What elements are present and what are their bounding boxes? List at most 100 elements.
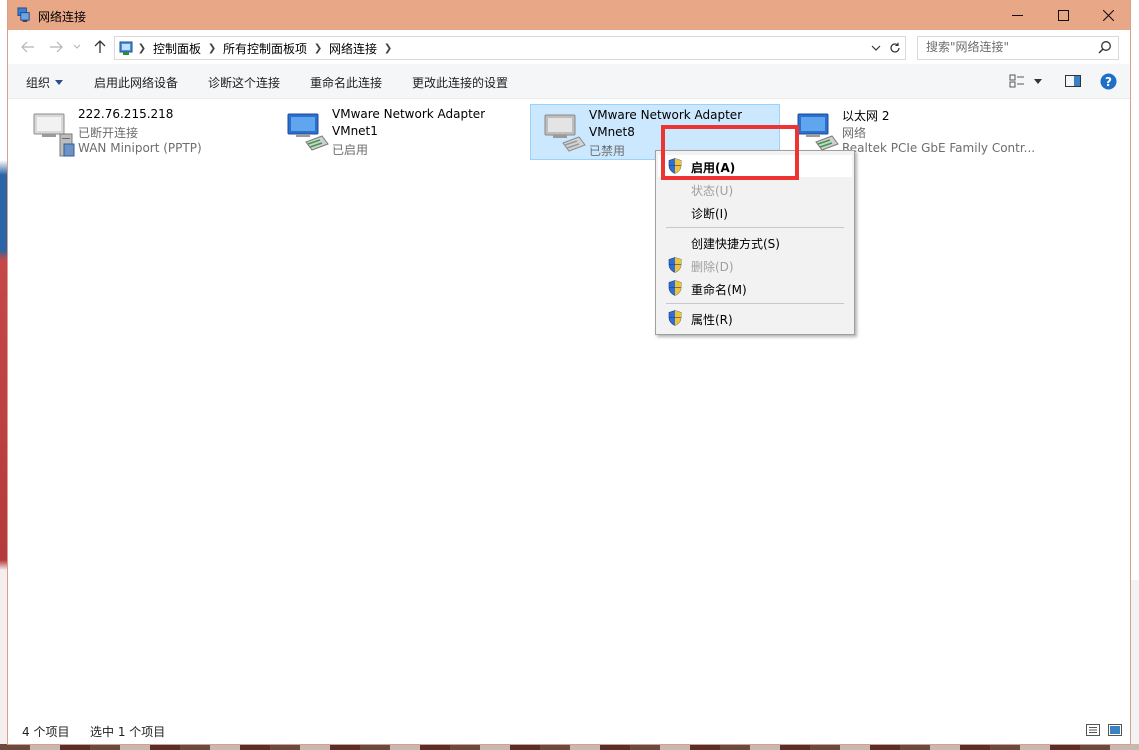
desktop-left-edge [0,0,8,750]
connection-device: WAN Miniport (PPTP) [78,141,202,155]
menu-separator [666,227,844,228]
menu-item-properties[interactable]: 属性(R) [658,307,852,329]
search-input[interactable] [918,37,1096,57]
connection-status: 已启用 [332,143,369,157]
maximize-icon [1057,9,1069,21]
breadcrumb-separator-icon[interactable]: ❯ [205,43,219,54]
connection-item-pptp[interactable]: 222.76.215.218 已断开连接 WAN Miniport (PPTP) [20,104,270,160]
minimize-button[interactable] [994,0,1040,30]
view-list-icon [1009,74,1024,88]
chevron-down-icon [73,44,81,49]
connection-name: VMware Network Adapter [589,108,743,122]
refresh-button[interactable] [887,40,903,56]
breadcrumb-item-network-connections[interactable]: 网络连接 [325,40,381,57]
organize-label: 组织 [26,76,51,90]
back-button[interactable] [20,39,36,55]
diagnose-button[interactable]: 诊断这个连接 [208,74,280,91]
change-view-button[interactable] [1006,71,1028,91]
desktop-bottom-edge [0,744,1139,750]
breadcrumb-item-control-panel[interactable]: 控制面板 [149,40,205,57]
address-row: ❯ 控制面板 ❯ 所有控制面板项 ❯ 网络连接 ❯ [8,30,1130,64]
connection-name-line2: VMnet8 [589,125,635,139]
recent-locations-button[interactable] [72,39,82,55]
caret-down-icon [1034,78,1042,84]
refresh-icon [890,42,900,53]
preview-pane-icon [1065,75,1081,87]
title-bar[interactable]: 网络连接 [8,0,1130,30]
connection-status: 网络 [842,126,867,140]
menu-item-label: 创建快捷方式(S) [691,237,780,251]
explorer-window: 网络连接 ❯ 控制面板 ❯ 所有控制面板项 ❯ 网络连接 ❯ 搜索"网络连接" … [8,0,1130,744]
more-views-button[interactable] [1030,71,1046,91]
menu-item-label: 删除(D) [691,260,734,274]
menu-item-label: 属性(R) [691,313,733,327]
connection-status: 已断开连接 [78,126,139,140]
uac-shield-icon [668,257,682,273]
uac-shield-icon [668,158,682,174]
help-button[interactable]: ? [1098,71,1118,91]
connection-name: 222.76.215.218 [78,107,174,121]
svg-text:?: ? [1105,75,1112,89]
menu-item-rename[interactable]: 重命名(M) [658,277,852,299]
status-bar: 4 个项目 选中 1 个项目 [8,716,1130,744]
breadcrumb-item-all-items[interactable]: 所有控制面板项 [219,40,311,57]
help-icon: ? [1100,73,1116,89]
connection-item-vmnet1[interactable]: VMware Network Adapter VMnet1 已启用 [274,104,524,160]
menu-item-label: 状态(U) [691,184,734,198]
menu-item-status: 状态(U) [658,178,852,200]
details-view-icon[interactable] [1086,724,1100,736]
connection-name: VMware Network Adapter [332,107,486,121]
search-box[interactable] [917,36,1119,60]
caret-down-icon [55,80,64,85]
command-bar: 组织 启用此网络设备 诊断这个连接 重命名此连接 更改此连接的设置 ? [8,64,1130,99]
maximize-button[interactable] [1040,0,1086,30]
item-count: 4 个项目 [22,725,70,739]
arrow-up-icon [94,40,106,53]
breadcrumb-separator-icon[interactable]: ❯ [381,43,395,54]
preview-pane-button[interactable] [1062,71,1084,91]
breadcrumb-separator-icon[interactable]: ❯ [311,43,325,54]
menu-item-delete: 删除(D) [658,254,852,276]
connections-list: 222.76.215.218 已断开连接 WAN Miniport (PPTP)… [8,98,1130,716]
change-settings-button[interactable]: 更改此连接的设置 [412,74,508,91]
menu-item-enable[interactable]: 启用(A) [658,155,852,177]
uac-shield-icon [668,280,682,296]
network-adapter-icon [287,113,329,151]
rename-button[interactable]: 重命名此连接 [310,74,382,91]
computer-disconnected-icon [33,113,75,157]
large-icons-view-icon[interactable] [1108,724,1122,736]
selected-count: 选中 1 个项目 [90,725,166,739]
connection-status: 已禁用 [589,144,626,158]
enable-device-button[interactable]: 启用此网络设备 [94,74,178,91]
network-adapter-disabled-icon [544,114,586,152]
menu-separator [666,303,844,304]
organize-button[interactable]: 组织 [26,74,64,91]
search-icon [1098,41,1111,54]
chevron-down-icon [871,45,881,51]
breadcrumb: ❯ 控制面板 ❯ 所有控制面板项 ❯ 网络连接 ❯ [135,40,395,56]
close-button[interactable] [1085,0,1131,30]
menu-item-diagnose[interactable]: 诊断(I) [658,201,852,223]
network-connections-icon [17,7,30,22]
menu-item-label: 启用(A) [691,161,736,175]
menu-item-label: 诊断(I) [691,207,728,221]
window-title: 网络连接 [38,10,87,24]
address-dropdown-button[interactable] [869,40,883,56]
close-icon [1102,9,1114,21]
arrow-right-icon [50,41,63,53]
connection-device: Realtek PCIe GbE Family Contr... [842,141,1036,155]
breadcrumb-separator-icon[interactable]: ❯ [135,43,149,54]
uac-shield-icon [668,310,682,326]
menu-item-create-shortcut[interactable]: 创建快捷方式(S) [658,231,852,253]
control-panel-icon [119,41,133,55]
connection-name-line2: VMnet1 [332,124,378,138]
minimize-icon [1011,14,1023,16]
up-button[interactable] [92,39,108,55]
context-menu: 启用(A) 状态(U) 诊断(I) 创建快捷方式(S) 删除(D) 重命名(M) [655,150,855,335]
desktop-right-edge [1130,0,1139,750]
arrow-left-icon [21,41,34,53]
forward-button[interactable] [48,39,64,55]
connection-name: 以太网 2 [842,109,890,123]
menu-item-label: 重命名(M) [691,283,747,297]
address-bar[interactable]: ❯ 控制面板 ❯ 所有控制面板项 ❯ 网络连接 ❯ [114,36,906,60]
